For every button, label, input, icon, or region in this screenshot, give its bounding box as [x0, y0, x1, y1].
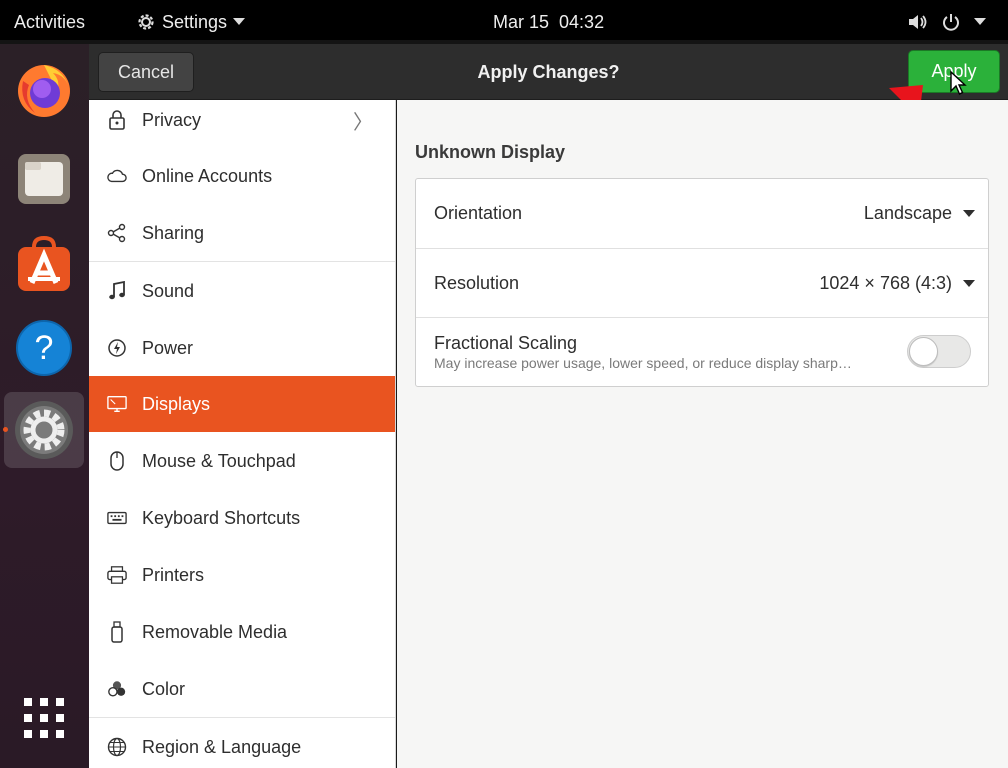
sidebar-item-label: Privacy: [142, 109, 202, 130]
clock-date: Mar 15: [493, 11, 550, 32]
displays-panel: Unknown Display Orientation Landscape Re…: [397, 100, 1008, 768]
clock[interactable]: Mar 15 04:32: [493, 0, 604, 44]
display-name-heading: Unknown Display: [415, 142, 566, 162]
software-icon: [18, 235, 70, 291]
dock-settings[interactable]: [4, 392, 84, 468]
sidebar-item-sound[interactable]: Sound: [89, 263, 395, 319]
volume-icon: [909, 15, 927, 29]
top-bar: Activities Settings Mar 15 04:32: [0, 0, 1008, 44]
mouse-icon: [107, 451, 127, 471]
app-grid-icon: [24, 698, 64, 738]
sidebar-item-label: Online Accounts: [142, 165, 273, 186]
dock: ?: [0, 44, 89, 768]
sidebar-item-label: Printers: [142, 564, 205, 585]
fractional-scaling-description: May increase power usage, lower speed, o…: [434, 355, 852, 371]
chevron-down-icon: [974, 18, 986, 25]
music-note-icon: [107, 281, 127, 301]
power-icon: [943, 14, 959, 31]
sidebar-item-label: Displays: [142, 393, 211, 414]
dock-firefox[interactable]: [10, 56, 78, 124]
sidebar-item-label: Color: [142, 678, 186, 699]
orientation-value: Landscape: [863, 203, 952, 223]
activities-label: Activities: [14, 11, 86, 32]
dock-help[interactable]: ?: [10, 314, 78, 382]
activities-button[interactable]: Activities: [14, 0, 85, 44]
sidebar-item-label: Sound: [142, 280, 195, 301]
gear-icon: [138, 14, 154, 30]
sidebar-item-power[interactable]: Power: [89, 320, 395, 376]
lock-icon: [107, 110, 127, 130]
sidebar-item-online-accounts[interactable]: Online Accounts: [89, 148, 395, 204]
resolution-label: Resolution: [434, 273, 520, 293]
sidebar-item-color[interactable]: Color: [89, 661, 395, 717]
sidebar-item-removable-media[interactable]: Removable Media: [89, 604, 395, 660]
firefox-icon: [18, 65, 70, 117]
settings-icon: [15, 401, 73, 459]
chevron-down-icon: [233, 18, 246, 25]
resolution-row[interactable]: Resolution 1024 × 768 (4:3): [416, 248, 988, 317]
files-icon: [18, 154, 70, 204]
color-icon: [107, 679, 127, 699]
orientation-row[interactable]: Orientation Landscape: [416, 179, 988, 248]
sidebar-item-printers[interactable]: Printers: [89, 547, 395, 603]
mouse-cursor-icon: [950, 70, 967, 95]
settings-sidebar: Privacy 〉 Online Accounts Sharing Sound …: [89, 100, 396, 768]
printer-icon: [107, 565, 127, 585]
sidebar-item-region-language[interactable]: Region & Language: [89, 719, 395, 768]
dock-files[interactable]: [10, 144, 78, 212]
running-indicator: [3, 427, 8, 432]
sidebar-item-label: Removable Media: [142, 621, 288, 642]
sidebar-divider: [89, 717, 395, 718]
chevron-right-icon: 〉: [353, 111, 373, 134]
help-icon: ?: [16, 320, 72, 376]
system-menu[interactable]: [908, 0, 986, 44]
sidebar-item-mouse-touchpad[interactable]: Mouse & Touchpad: [89, 433, 395, 489]
globe-icon: [107, 737, 127, 757]
display-icon: [107, 394, 127, 414]
display-settings-list: Orientation Landscape Resolution 1024 × …: [415, 178, 989, 387]
usb-icon: [107, 621, 127, 643]
sidebar-item-keyboard-shortcuts[interactable]: Keyboard Shortcuts: [89, 490, 395, 546]
sidebar-item-privacy[interactable]: Privacy 〉: [89, 100, 395, 148]
dropdown-arrow-icon: [963, 280, 975, 287]
sidebar-item-label: Sharing: [142, 222, 205, 243]
share-icon: [107, 223, 127, 243]
orientation-label: Orientation: [434, 203, 523, 223]
sidebar-divider: [89, 261, 395, 262]
fractional-scaling-label: Fractional Scaling: [434, 333, 578, 353]
sidebar-item-sharing[interactable]: Sharing: [89, 205, 395, 261]
sidebar-item-label: Mouse & Touchpad: [142, 450, 296, 471]
clock-time: 04:32: [559, 11, 605, 32]
sidebar-item-label: Region & Language: [142, 736, 302, 757]
dropdown-arrow-icon: [963, 210, 975, 217]
show-applications-button[interactable]: [10, 684, 78, 752]
resolution-value: 1024 × 768 (4:3): [819, 273, 952, 293]
sidebar-item-label: Keyboard Shortcuts: [142, 507, 301, 528]
app-menu-button[interactable]: Settings: [136, 0, 246, 44]
cloud-icon: [107, 166, 127, 186]
dock-software[interactable]: [10, 230, 78, 298]
cancel-button[interactable]: Cancel: [98, 52, 194, 92]
fractional-scaling-row: Fractional Scaling May increase power us…: [416, 317, 988, 386]
sidebar-item-label: Power: [142, 337, 194, 358]
keyboard-icon: [107, 508, 127, 528]
power-icon: [107, 338, 127, 358]
svg-text:?: ?: [35, 329, 54, 367]
sidebar-item-displays[interactable]: Displays: [89, 376, 395, 432]
toggle-knob: [909, 337, 938, 366]
app-menu-label: Settings: [162, 11, 228, 32]
fractional-scaling-toggle[interactable]: [907, 335, 971, 368]
